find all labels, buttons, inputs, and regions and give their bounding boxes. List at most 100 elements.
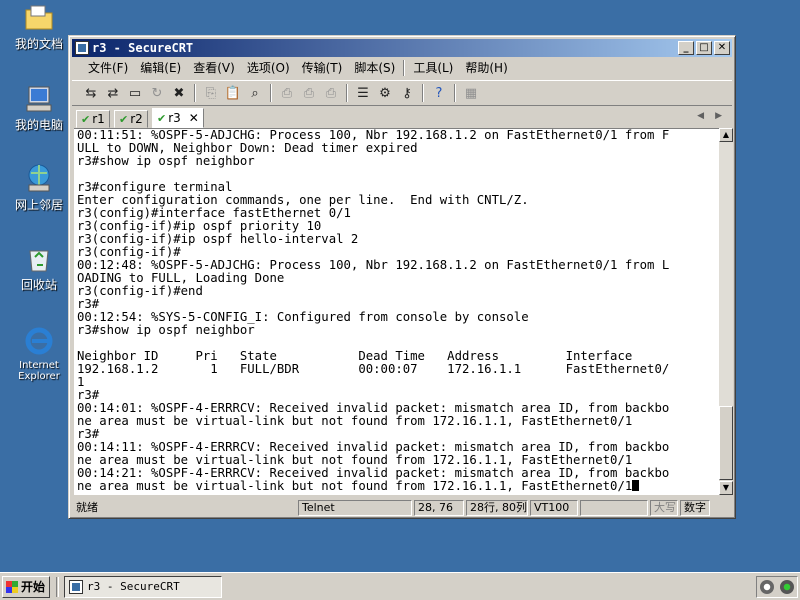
status-blank bbox=[580, 500, 648, 516]
menu-separator bbox=[403, 60, 406, 76]
start-button[interactable]: 开始 bbox=[2, 576, 50, 598]
desktop-icon-label: 网上邻居 bbox=[14, 198, 63, 212]
session-tabs: ✔ r1 ✔ r2 ✔ r3 ✕ ◀ ▶ bbox=[72, 108, 732, 128]
terminal-text: 00:11:51: %OSPF-5-ADJCHG: Process 100, N… bbox=[74, 129, 719, 493]
tab-r2[interactable]: ✔ r2 bbox=[114, 110, 148, 128]
toolbar-separator bbox=[422, 84, 424, 102]
scroll-thumb[interactable] bbox=[719, 406, 733, 480]
script-icon[interactable]: ▦ bbox=[460, 83, 482, 103]
folder-icon bbox=[23, 2, 55, 34]
help-icon[interactable]: ? bbox=[428, 83, 450, 103]
tab-label: r2 bbox=[130, 111, 143, 126]
status-emulation: VT100 bbox=[530, 500, 578, 516]
desktop-icon-my-computer[interactable]: 我的电脑 bbox=[6, 83, 72, 132]
toolbar-separator bbox=[454, 84, 456, 102]
terminal-scrollbar[interactable]: ▲ ▼ bbox=[719, 128, 733, 495]
taskbar-task-label: r3 - SecureCRT bbox=[87, 580, 180, 593]
menu-edit[interactable]: 编辑(E) bbox=[134, 59, 187, 77]
quick-connect-icon[interactable]: ⇄ bbox=[102, 83, 124, 103]
terminal-line: 192.168.1.2 1 FULL/BDR 00:00:07 172.16.1… bbox=[77, 362, 670, 376]
copy-icon[interactable]: ⎘ bbox=[200, 83, 222, 103]
tab-label: r3 bbox=[168, 110, 181, 125]
securecrt-app-icon bbox=[75, 41, 89, 55]
window-title: r3 - SecureCRT bbox=[92, 41, 194, 55]
desktop-icon-recycle-bin[interactable]: 回收站 bbox=[6, 243, 72, 292]
tab-close-icon[interactable]: ✕ bbox=[189, 110, 199, 127]
network-icon bbox=[23, 163, 55, 195]
toolbar-separator bbox=[270, 84, 272, 102]
securecrt-app-icon bbox=[69, 580, 83, 594]
menu-file[interactable]: 文件(F) bbox=[82, 59, 134, 77]
menu-script[interactable]: 脚本(S) bbox=[348, 59, 401, 77]
connect-in-tab-icon[interactable]: ▭ bbox=[124, 83, 146, 103]
menu-options[interactable]: 选项(O) bbox=[241, 59, 296, 77]
tab-scroll-right-icon[interactable]: ▶ bbox=[715, 111, 722, 121]
find-icon[interactable]: ⌕ bbox=[244, 83, 266, 103]
terminal-line: r3(config-if)#end bbox=[77, 284, 203, 298]
terminal-line: ne area must be virtual-link but not fou… bbox=[77, 480, 719, 493]
reconnect-icon[interactable]: ↻ bbox=[146, 83, 168, 103]
menu-transfer[interactable]: 传输(T) bbox=[296, 59, 349, 77]
tab-label: r1 bbox=[92, 111, 105, 126]
terminal-line: ne area must be virtual-link but not fou… bbox=[77, 414, 633, 428]
scroll-up-icon[interactable]: ▲ bbox=[719, 128, 733, 142]
toolbar-separator bbox=[346, 84, 348, 102]
taskbar-securecrt-button[interactable]: r3 - SecureCRT bbox=[64, 576, 222, 598]
status-caps-lock: 大写 bbox=[650, 500, 678, 516]
print-selection-icon[interactable]: ⎙ bbox=[298, 83, 320, 103]
tab-r3[interactable]: ✔ r3 ✕ bbox=[152, 108, 204, 128]
terminal-line: r3#show ip ospf neighbor bbox=[77, 323, 255, 337]
window-titlebar[interactable]: r3 - SecureCRT _ □ ✕ bbox=[72, 39, 732, 57]
disconnect-icon[interactable]: ✖ bbox=[168, 83, 190, 103]
internet-explorer-icon bbox=[23, 325, 55, 357]
toolbar-separator bbox=[194, 84, 196, 102]
desktop-icon-label: 回收站 bbox=[20, 278, 57, 292]
system-tray bbox=[756, 576, 798, 598]
global-options-icon[interactable]: ⚙ bbox=[374, 83, 396, 103]
desktop-icon-internet-explorer[interactable]: Internet Explorer bbox=[6, 325, 72, 382]
desktop-icon-label: 我的电脑 bbox=[14, 118, 63, 132]
status-cursor-position: 28, 76 bbox=[414, 500, 464, 516]
status-num-lock: 数字 bbox=[680, 500, 710, 516]
connected-check-icon: ✔ bbox=[119, 112, 129, 126]
menu-bar: 文件(F) 编辑(E) 查看(V) 选项(O) 传输(T) 脚本(S) 工具(L… bbox=[72, 58, 732, 78]
connected-check-icon: ✔ bbox=[157, 111, 167, 125]
start-label: 开始 bbox=[21, 580, 46, 594]
keymap-icon[interactable]: ⚷ bbox=[396, 83, 418, 103]
paste-icon[interactable]: 📋 bbox=[222, 83, 244, 103]
connected-check-icon: ✔ bbox=[81, 112, 91, 126]
securecrt-window: r3 - SecureCRT _ □ ✕ 文件(F) 编辑(E) 查看(V) 选… bbox=[68, 35, 736, 519]
status-protocol: Telnet bbox=[298, 500, 412, 516]
tray-network-icon[interactable] bbox=[780, 580, 794, 594]
desktop-icon-network-places[interactable]: 网上邻居 bbox=[6, 163, 72, 212]
scroll-down-icon[interactable]: ▼ bbox=[719, 481, 733, 495]
computer-icon bbox=[23, 83, 55, 115]
tab-scroll-left-icon[interactable]: ◀ bbox=[697, 111, 704, 121]
tray-sound-icon[interactable] bbox=[760, 580, 774, 594]
print-setup-icon[interactable]: ⎙ bbox=[320, 83, 342, 103]
desktop-icon-label: Internet Explorer bbox=[18, 360, 60, 382]
session-options-icon[interactable]: ☰ bbox=[352, 83, 374, 103]
taskbar: 开始 r3 - SecureCRT bbox=[0, 572, 800, 600]
desktop-icon-my-documents[interactable]: 我的文档 bbox=[6, 2, 72, 51]
status-ready: 就绪 bbox=[76, 501, 98, 514]
menu-view[interactable]: 查看(V) bbox=[187, 59, 241, 77]
menu-tools[interactable]: 工具(L) bbox=[407, 59, 459, 77]
status-bar: 就绪 Telnet 28, 76 28行, 80列 VT100 大写 数字 bbox=[72, 499, 732, 517]
taskbar-separator bbox=[56, 577, 59, 597]
toolbar: ⇆ ⇄ ▭ ↻ ✖ ⎘ 📋 ⌕ ⎙ ⎙ ⎙ ☰ ⚙ ⚷ ? ▦ bbox=[72, 80, 732, 106]
minimize-button[interactable]: _ bbox=[678, 41, 694, 55]
close-button[interactable]: ✕ bbox=[714, 41, 730, 55]
desktop-icon-label: 我的文档 bbox=[14, 37, 63, 51]
terminal-line: 1 bbox=[77, 375, 85, 389]
recycle-bin-icon bbox=[23, 243, 55, 275]
print-icon[interactable]: ⎙ bbox=[276, 83, 298, 103]
terminal-line: r3#show ip ospf neighbor bbox=[77, 154, 255, 168]
terminal-cursor bbox=[632, 480, 640, 491]
menu-help[interactable]: 帮助(H) bbox=[459, 59, 513, 77]
terminal-output[interactable]: 00:11:51: %OSPF-5-ADJCHG: Process 100, N… bbox=[74, 128, 719, 495]
maximize-button[interactable]: □ bbox=[696, 41, 712, 55]
status-terminal-size: 28行, 80列 bbox=[466, 500, 528, 516]
tab-r1[interactable]: ✔ r1 bbox=[76, 110, 110, 128]
connect-icon[interactable]: ⇆ bbox=[80, 83, 102, 103]
